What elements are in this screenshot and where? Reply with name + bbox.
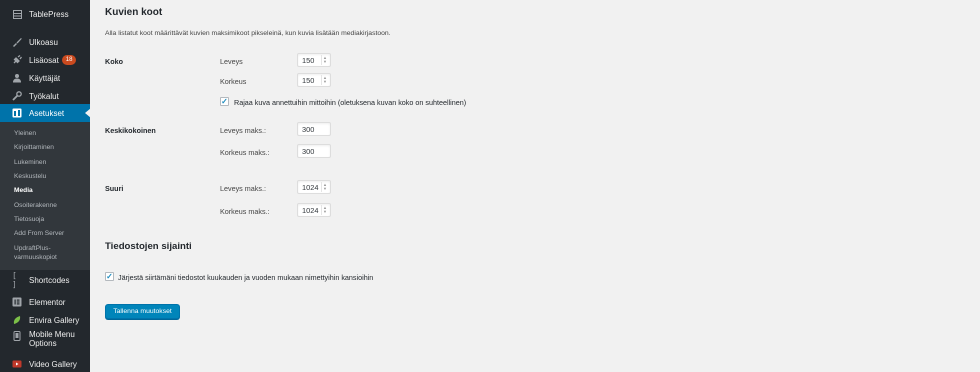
submenu-item-add-from-server[interactable]: Add From Server bbox=[14, 230, 88, 238]
checkmark-icon: ✓ bbox=[106, 271, 113, 281]
menu-item-label: Käyttäjät bbox=[29, 73, 61, 83]
number-spinner-icon[interactable]: ▲ ▼ bbox=[321, 182, 328, 192]
thumbnail-height-value: 150 bbox=[302, 75, 315, 85]
number-spinner-icon[interactable]: ▲ ▼ bbox=[321, 75, 328, 85]
menu-item-video-gallery[interactable]: Video Gallery bbox=[0, 356, 90, 372]
mobile-icon bbox=[12, 331, 22, 341]
menu-item-tablepress[interactable]: TablePress bbox=[0, 4, 90, 24]
uploads-organize-checkbox[interactable]: ✓ bbox=[105, 272, 114, 281]
paintbrush-icon bbox=[12, 37, 22, 47]
brackets-icon: [ ] bbox=[12, 271, 17, 289]
medium-size-label: Keskikokoinen bbox=[105, 126, 156, 135]
submenu-item-label-line1: UpdraftPlus- bbox=[14, 245, 51, 252]
menu-item-label: Työkalut bbox=[29, 91, 59, 101]
submenu-item-tietosuoja[interactable]: Tietosuoja bbox=[14, 216, 88, 224]
number-spinner-icon[interactable]: ▲ ▼ bbox=[321, 55, 328, 65]
table-icon bbox=[12, 9, 22, 19]
update-count-badge: 18 bbox=[61, 55, 77, 65]
menu-item-shortcodes[interactable]: [ ] Shortcodes bbox=[0, 270, 90, 290]
thumbnail-size-label: Koko bbox=[105, 57, 123, 66]
large-width-label: Leveys maks.: bbox=[220, 184, 266, 193]
submenu-item-osoiterakenne[interactable]: Osoiterakenne bbox=[14, 202, 88, 210]
medium-height-label: Korkeus maks.: bbox=[220, 148, 270, 157]
menu-item-label: Elementor bbox=[29, 297, 66, 307]
plugin-icon bbox=[12, 55, 22, 65]
submenu-item-keskustelu[interactable]: Keskustelu bbox=[14, 173, 88, 181]
large-height-input[interactable]: 1024 ▲ ▼ bbox=[297, 203, 331, 217]
video-icon bbox=[12, 359, 22, 369]
menu-item-label: Lisäosat bbox=[29, 55, 59, 65]
menu-item-asetukset[interactable]: Asetukset bbox=[0, 104, 91, 122]
menu-item-lisaosat[interactable]: Lisäosat 18 bbox=[0, 50, 90, 70]
submenu-item-yleinen[interactable]: Yleinen bbox=[14, 130, 88, 138]
menu-item-tyokalut[interactable]: Työkalut bbox=[0, 86, 90, 106]
menu-item-label: Mobile Menu Options bbox=[29, 330, 75, 348]
large-height-value: 1024 bbox=[302, 205, 319, 215]
menu-item-mobile-menu-options[interactable]: Mobile Menu Options bbox=[0, 330, 90, 354]
menu-item-label: TablePress bbox=[29, 9, 69, 19]
thumbnail-width-label: Leveys bbox=[220, 57, 243, 66]
medium-height-value: 300 bbox=[302, 146, 315, 156]
medium-height-input[interactable]: 300 bbox=[297, 144, 331, 158]
admin-sidebar: TablePress Ulkoasu Lisäosat 18 Käyttäjät… bbox=[0, 0, 91, 372]
uploads-organize-label[interactable]: Järjestä siirtämäni tiedostot kuukauden … bbox=[118, 273, 373, 282]
menu-item-label: Asetukset bbox=[29, 108, 65, 118]
submenu-item-updraftplus[interactable]: UpdraftPlus- varmuuskopiot bbox=[14, 244, 88, 262]
checkmark-icon: ✓ bbox=[221, 96, 228, 106]
menu-item-label-line2: Options bbox=[29, 339, 57, 348]
thumbnail-width-input[interactable]: 150 ▲ ▼ bbox=[297, 53, 331, 67]
submenu-item-label-line2: varmuuskopiot bbox=[14, 254, 57, 261]
thumbnail-crop-label[interactable]: Rajaa kuva annettuihin mittoihin (oletuk… bbox=[234, 98, 466, 107]
settings-submenu: Yleinen Kirjoittaminen Lukeminen Keskust… bbox=[0, 122, 90, 270]
settings-icon bbox=[12, 108, 22, 118]
menu-item-kayttajat[interactable]: Käyttäjät bbox=[0, 68, 90, 88]
menu-item-elementor[interactable]: Elementor bbox=[0, 292, 90, 312]
large-size-label: Suuri bbox=[105, 184, 124, 193]
large-width-input[interactable]: 1024 ▲ ▼ bbox=[297, 180, 331, 194]
wrench-icon bbox=[12, 91, 22, 101]
thumbnail-height-label: Korkeus bbox=[220, 77, 247, 86]
number-spinner-icon[interactable]: ▲ ▼ bbox=[321, 205, 328, 215]
medium-width-value: 300 bbox=[302, 124, 315, 134]
section-description: Alla listatut koot määrittävät kuvien ma… bbox=[105, 30, 391, 37]
users-icon bbox=[12, 73, 22, 83]
menu-item-ulkoasu[interactable]: Ulkoasu bbox=[0, 32, 90, 52]
elementor-icon bbox=[12, 297, 22, 307]
section-title-image-sizes: Kuvien koot bbox=[105, 7, 163, 18]
menu-item-label: Video Gallery bbox=[29, 359, 77, 369]
save-changes-button[interactable]: Tallenna muutokset bbox=[105, 304, 180, 319]
thumbnail-width-value: 150 bbox=[302, 55, 315, 65]
large-width-value: 1024 bbox=[302, 182, 319, 192]
menu-item-envira-gallery[interactable]: Envira Gallery bbox=[0, 310, 90, 330]
leaf-icon bbox=[12, 315, 22, 325]
main-content: Kuvien koot Alla listatut koot määrittäv… bbox=[90, 0, 980, 372]
submenu-item-lukeminen[interactable]: Lukeminen bbox=[14, 159, 88, 167]
submenu-item-kirjoittaminen[interactable]: Kirjoittaminen bbox=[14, 144, 88, 152]
menu-item-label: Ulkoasu bbox=[29, 37, 58, 47]
thumbnail-crop-checkbox[interactable]: ✓ bbox=[220, 97, 229, 106]
section-title-uploads: Tiedostojen sijainti bbox=[105, 241, 192, 252]
medium-width-label: Leveys maks.: bbox=[220, 126, 266, 135]
menu-item-label: Envira Gallery bbox=[29, 315, 80, 325]
thumbnail-height-input[interactable]: 150 ▲ ▼ bbox=[297, 73, 331, 87]
menu-item-label: Shortcodes bbox=[29, 275, 70, 285]
medium-width-input[interactable]: 300 bbox=[297, 122, 331, 136]
submenu-item-media[interactable]: Media bbox=[14, 187, 88, 195]
menu-item-label-line1: Mobile Menu bbox=[29, 330, 75, 339]
large-height-label: Korkeus maks.: bbox=[220, 207, 270, 216]
